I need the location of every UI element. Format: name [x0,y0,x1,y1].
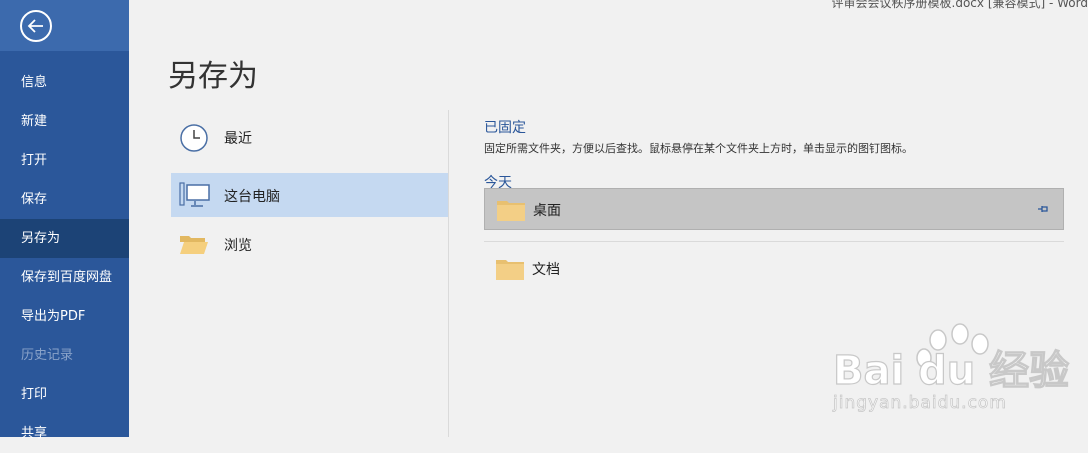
backstage-sidebar: 信息 新建 打开 保存 另存为 保存到百度网盘 导出为PDF 历史记录 打印 共… [0,0,129,441]
nav-item-print[interactable]: 打印 [0,375,129,414]
location-recent[interactable]: 最近 [171,115,448,159]
nav-item-new[interactable]: 新建 [0,102,129,141]
folder-icon [497,201,525,221]
nav-item-export-pdf[interactable]: 导出为PDF [0,297,129,336]
nav-item-save-baidu[interactable]: 保存到百度网盘 [0,258,129,297]
back-button[interactable] [20,10,52,42]
baidu-jingyan-watermark: Bai du 经验 jingyan.baidu.com [832,323,1070,413]
location-this-pc[interactable]: 这台电脑 [171,173,448,217]
folder-open-icon [180,236,208,254]
nav-item-open[interactable]: 打开 [0,141,129,180]
folder-documents[interactable]: 文档 [484,248,1064,290]
page-title: 另存为 [168,59,258,94]
pin-icon[interactable] [1037,203,1049,215]
folder-desktop[interactable]: 桌面 [484,188,1064,230]
folder-divider [484,241,1064,242]
location-label: 最近 [224,131,252,147]
window-title: 评审会会议秩序册模板.docx [兼容模式] - Word [831,0,1088,10]
nav-item-share[interactable]: 共享 [0,414,129,453]
watermark-url: jingyan.baidu.com [832,393,1007,413]
location-browse[interactable]: 浏览 [171,222,448,266]
nav-item-save[interactable]: 保存 [0,180,129,219]
arrow-left-icon [27,19,43,33]
nav-item-save-as[interactable]: 另存为 [0,219,129,258]
folder-name: 文档 [532,262,560,278]
nav-item-info[interactable]: 信息 [0,63,129,102]
location-label: 这台电脑 [224,189,280,205]
clock-icon [180,124,208,152]
pinned-description: 固定所需文件夹，方便以后查找。鼠标悬停在某个文件夹上方时，单击显示的图钉图标。 [484,142,913,155]
back-area [0,0,129,51]
watermark-brand: Bai du 经验 [833,348,1069,394]
location-label: 浏览 [224,238,252,254]
computer-icon [179,182,210,207]
panel-divider [448,110,449,437]
folder-icon [496,260,524,280]
folder-name: 桌面 [533,203,561,219]
nav-item-history: 历史记录 [21,348,74,363]
pinned-heading: 已固定 [484,120,526,136]
